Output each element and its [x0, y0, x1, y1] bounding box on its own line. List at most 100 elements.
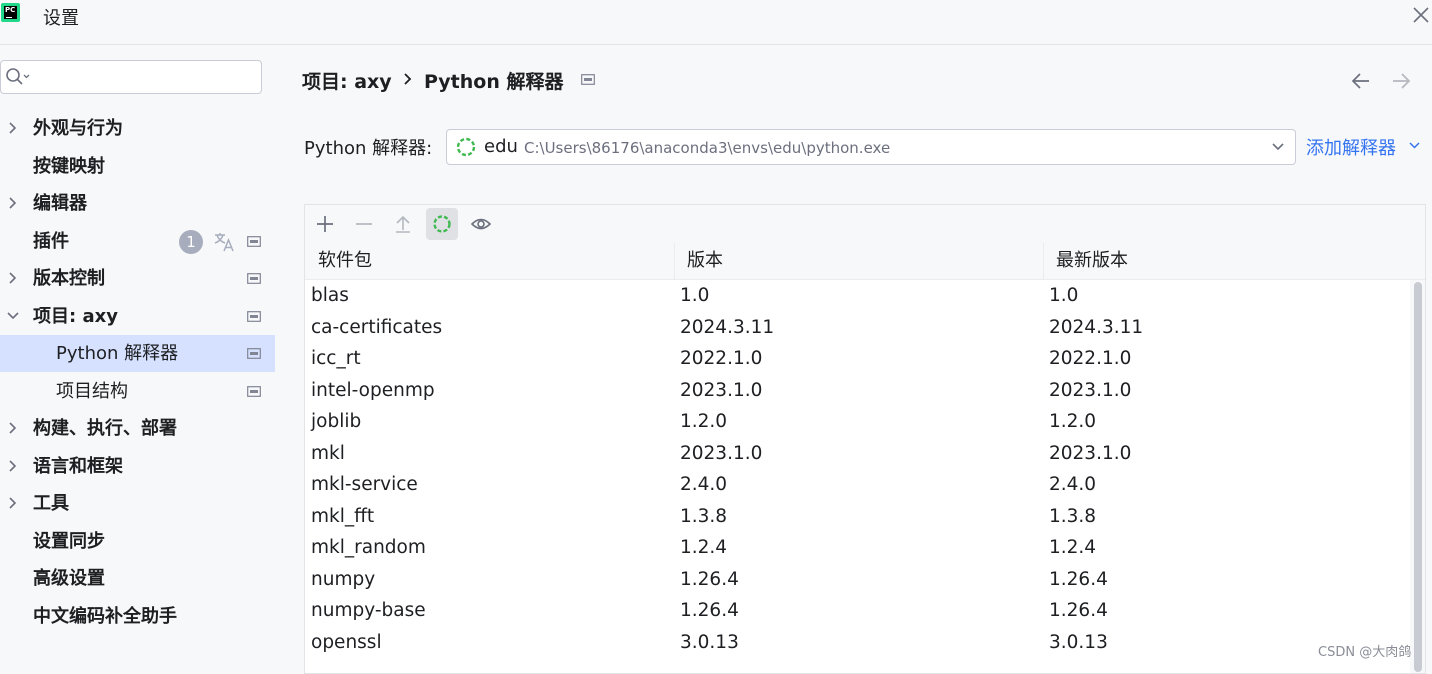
interpreter-select[interactable]: edu C:\Users\86176\anaconda3\envs\edu\py…	[446, 129, 1296, 165]
plus-icon	[317, 216, 333, 232]
package-name-cell: blas	[311, 285, 349, 306]
sidebar-item[interactable]: 按键映射	[0, 148, 275, 185]
sidebar-item-label: 设置同步	[33, 530, 105, 552]
forward-arrow-icon[interactable]	[1390, 71, 1412, 91]
package-name-cell: joblib	[311, 411, 362, 432]
package-latest-version-cell: 2022.1.0	[1049, 348, 1132, 369]
package-latest-version-cell: 1.0	[1049, 285, 1079, 306]
settings-content: 项目: axy Python 解释器 Python 解释器: edu C:\Us…	[275, 45, 1432, 674]
package-name-cell: numpy-base	[311, 600, 426, 621]
refresh-packages-button[interactable]	[426, 208, 458, 240]
package-latest-version-cell: 1.3.8	[1049, 505, 1097, 527]
sidebar-item[interactable]: 项目结构	[0, 373, 275, 410]
chevron-right-icon[interactable]	[6, 271, 20, 285]
chevron-down-icon[interactable]	[1408, 140, 1421, 151]
column-header-package[interactable]: 软件包	[318, 243, 372, 279]
package-version-cell: 1.26.4	[680, 600, 739, 621]
package-name-cell: numpy	[311, 568, 376, 590]
chevron-right-icon[interactable]	[6, 121, 20, 135]
install-package-button[interactable]	[309, 208, 341, 240]
table-row[interactable]: mkl_fft 1.3.8 1.3.8	[305, 501, 1411, 533]
uninstall-package-button[interactable]	[348, 208, 380, 240]
sidebar-item[interactable]: 语言和框架	[0, 448, 275, 485]
table-row[interactable]: icc_rt 2022.1.0 2022.1.0	[305, 343, 1411, 375]
project-scope-icon	[247, 273, 261, 284]
table-row[interactable]: mkl-service 2.4.0 2.4.0	[305, 469, 1411, 501]
table-row[interactable]: openssl 3.0.13 3.0.13	[305, 627, 1411, 659]
watermark: CSDN @大肉鸽	[1318, 645, 1412, 660]
package-version-cell: 1.2.4	[680, 537, 728, 558]
package-name-cell: mkl_fft	[311, 505, 375, 527]
package-latest-version-cell: 2023.1.0	[1049, 442, 1132, 464]
package-latest-version-cell: 1.26.4	[1049, 600, 1108, 621]
package-version-cell: 2.4.0	[680, 474, 728, 495]
table-row[interactable]: ca-certificates 2024.3.11 2024.3.11	[305, 312, 1411, 344]
show-early-releases-button[interactable]	[465, 208, 497, 240]
sidebar-item[interactable]: 插件 1	[0, 223, 275, 260]
package-name-cell: mkl-service	[311, 474, 418, 495]
upgrade-package-button[interactable]	[387, 208, 419, 240]
sidebar-item[interactable]: 中文编码补全助手	[0, 598, 275, 635]
table-row[interactable]: numpy-base 1.26.4 1.26.4	[305, 595, 1411, 627]
sidebar-item[interactable]: 外观与行为	[0, 110, 275, 147]
sidebar-item-label: 项目: axy	[33, 305, 118, 327]
pycharm-logo-icon: PC	[1, 3, 20, 22]
sidebar-item-label: 外观与行为	[33, 118, 123, 139]
chevron-right-icon[interactable]	[6, 196, 20, 210]
sidebar-item[interactable]: 项目: axy	[0, 298, 275, 335]
project-scope-icon	[247, 310, 261, 322]
sidebar-item[interactable]: 高级设置	[0, 560, 275, 597]
table-row[interactable]: blas 1.0 1.0	[305, 280, 1411, 312]
package-name-cell: ca-certificates	[311, 316, 443, 338]
package-version-cell: 1.3.8	[680, 505, 728, 527]
table-row[interactable]: numpy 1.26.4 1.26.4	[305, 564, 1411, 596]
package-version-cell: 2024.3.11	[680, 316, 775, 338]
chevron-right-icon[interactable]	[6, 459, 20, 473]
package-version-cell: 1.0	[680, 285, 710, 306]
sidebar-item[interactable]: 工具	[0, 485, 275, 522]
packages-toolbar	[305, 205, 1425, 244]
back-arrow-icon[interactable]	[1350, 71, 1372, 91]
table-row[interactable]: intel-openmp 2023.1.0 2023.1.0	[305, 375, 1411, 407]
package-version-cell: 2023.1.0	[680, 379, 763, 401]
chevron-right-icon[interactable]	[6, 421, 20, 435]
chevron-right-icon[interactable]	[6, 496, 20, 510]
packages-table-header: 软件包 版本 最新版本	[305, 243, 1425, 280]
sidebar-item[interactable]: 设置同步	[0, 523, 275, 560]
package-name-cell: mkl	[311, 442, 345, 464]
interpreter-label: Python 解释器:	[304, 138, 433, 159]
project-scope-icon	[581, 74, 595, 85]
sidebar-item[interactable]: 编辑器	[0, 185, 275, 222]
column-header-version[interactable]: 版本	[687, 243, 723, 279]
column-header-latest-version[interactable]: 最新版本	[1056, 243, 1128, 279]
sidebar-item[interactable]: 版本控制	[0, 260, 275, 297]
package-version-cell: 3.0.13	[680, 631, 739, 653]
package-latest-version-cell: 2.4.0	[1049, 474, 1097, 495]
packages-scrollbar[interactable]	[1410, 280, 1425, 673]
sidebar-item[interactable]: 构建、执行、部署	[0, 410, 275, 447]
close-icon[interactable]	[1410, 4, 1432, 26]
package-version-cell: 2022.1.0	[680, 348, 763, 369]
table-row[interactable]: mkl_random 1.2.4 1.2.4	[305, 532, 1411, 564]
table-row[interactable]: mkl 2023.1.0 2023.1.0	[305, 438, 1411, 470]
package-version-cell: 2023.1.0	[680, 442, 763, 464]
update-count-badge: 1	[179, 229, 203, 254]
column-divider	[1043, 243, 1044, 279]
chevron-down-icon[interactable]	[6, 309, 20, 323]
scrollbar-thumb[interactable]	[1414, 282, 1422, 672]
table-row[interactable]: joblib 1.2.0 1.2.0	[305, 406, 1411, 438]
sidebar-item-label: 构建、执行、部署	[33, 418, 177, 439]
package-latest-version-cell: 1.2.4	[1049, 537, 1097, 558]
chevron-right-icon	[404, 73, 412, 85]
column-divider	[674, 243, 675, 279]
add-interpreter-link[interactable]: 添加解释器	[1306, 134, 1396, 160]
sidebar-item[interactable]: Python 解释器	[0, 335, 275, 372]
sidebar-item-label: 版本控制	[33, 268, 105, 289]
title-bar: PC 设置	[0, 0, 1432, 45]
project-scope-icon	[247, 348, 261, 359]
package-latest-version-cell: 3.0.13	[1049, 631, 1108, 653]
breadcrumb-parent[interactable]: 项目: axy	[302, 67, 392, 93]
package-latest-version-cell: 1.2.0	[1049, 411, 1097, 432]
settings-sidebar: 外观与行为按键映射 编辑器 插件 1 版本控制项目: axy Python 解释器 项目结构…	[0, 45, 275, 667]
settings-search-input[interactable]	[0, 60, 262, 94]
